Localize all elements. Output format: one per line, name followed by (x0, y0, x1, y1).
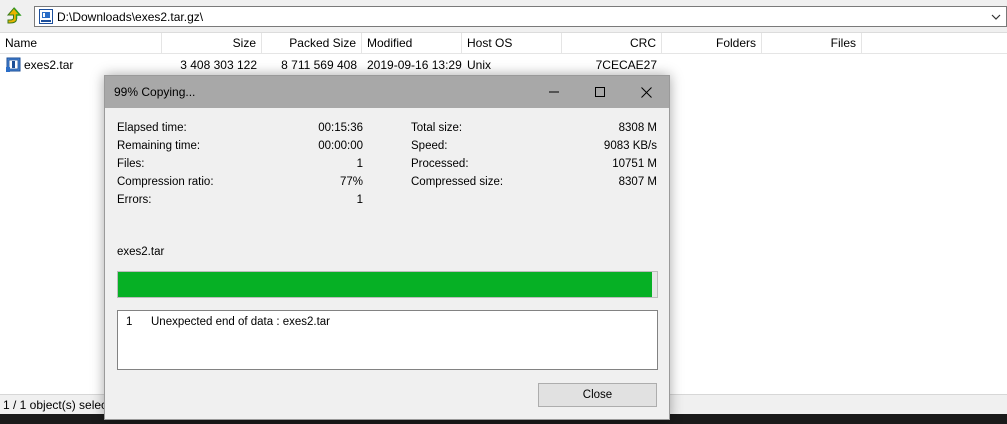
file-folders (662, 55, 762, 75)
speed-label: Speed: (411, 140, 448, 152)
speed-value: 9083 KB/s (603, 140, 657, 152)
table-row[interactable]: exes2.tar 3 408 303 122 8 711 569 408 20… (0, 55, 1007, 75)
compression-ratio-label: Compression ratio: (117, 176, 214, 188)
errors-value: 1 (356, 194, 363, 206)
minimize-button[interactable] (531, 76, 577, 108)
remaining-time-value: 00:00:00 (318, 140, 363, 152)
dialog-titlebar[interactable]: 99% Copying... (105, 76, 669, 108)
errors-label: Errors: (117, 194, 152, 206)
file-modified: 2019-09-16 13:29 (367, 58, 462, 72)
maximize-button[interactable] (577, 76, 623, 108)
compressed-size-value: 8307 M (618, 176, 657, 188)
remaining-time-label: Remaining time: (117, 140, 201, 152)
total-size-value: 8308 M (618, 122, 657, 134)
files-value: 1 (356, 158, 363, 170)
column-packed-size[interactable]: Packed Size (262, 33, 362, 53)
file-host-os: Unix (467, 58, 492, 72)
processed-value: 10751 M (612, 158, 657, 170)
message-text: Unexpected end of data : exes2.tar (151, 316, 331, 328)
up-folder-button[interactable] (4, 6, 24, 26)
file-size: 3 408 303 122 (180, 58, 257, 72)
column-folders[interactable]: Folders (662, 33, 762, 53)
column-crc[interactable]: CRC (562, 33, 662, 53)
copy-progress-dialog: 99% Copying... Elapsed time: 00:15:36 Re… (104, 75, 670, 420)
progress-bar-fill (118, 272, 652, 297)
current-file-name: exes2.tar (117, 246, 165, 258)
elapsed-time-value: 00:15:36 (318, 122, 363, 134)
elapsed-time-label: Elapsed time: (117, 122, 187, 134)
maximize-icon (595, 87, 605, 97)
message-list[interactable]: 1 Unexpected end of data : exes2.tar (117, 310, 658, 370)
progress-bar (117, 271, 658, 298)
address-path: D:\Downloads\exes2.tar.gz\ (57, 10, 204, 24)
up-arrow-icon (6, 7, 22, 24)
file-packed-size: 8 711 569 408 (281, 58, 357, 72)
column-header: Name Size Packed Size Modified Host OS C… (0, 33, 1007, 54)
file-crc: 7CECAE27 (595, 58, 657, 72)
dialog-title: 99% Copying... (114, 85, 196, 99)
column-name[interactable]: Name (0, 33, 162, 53)
address-dropdown[interactable] (990, 10, 1002, 24)
archive-icon (39, 9, 53, 24)
total-size-label: Total size: (411, 122, 463, 134)
processed-label: Processed: (411, 158, 469, 170)
close-button[interactable]: Close (538, 383, 657, 407)
chevron-down-icon (991, 14, 1001, 20)
address-field[interactable]: D:\Downloads\exes2.tar.gz\ (34, 6, 1007, 27)
column-modified[interactable]: Modified (362, 33, 462, 53)
status-text: 1 / 1 object(s) selec (3, 398, 108, 412)
close-icon (640, 86, 652, 98)
compression-ratio-value: 77% (339, 176, 363, 188)
column-files[interactable]: Files (762, 33, 862, 53)
column-host-os[interactable]: Host OS (462, 33, 562, 53)
compressed-size-label: Compressed size: (411, 176, 504, 188)
message-number: 1 (126, 316, 133, 328)
column-size[interactable]: Size (162, 33, 262, 53)
address-bar: D:\Downloads\exes2.tar.gz\ (0, 0, 1007, 33)
file-files (762, 55, 862, 75)
minimize-icon (549, 91, 559, 93)
files-label: Files: (117, 158, 145, 170)
file-name: exes2.tar (24, 58, 74, 72)
window-close-button[interactable] (623, 76, 669, 108)
